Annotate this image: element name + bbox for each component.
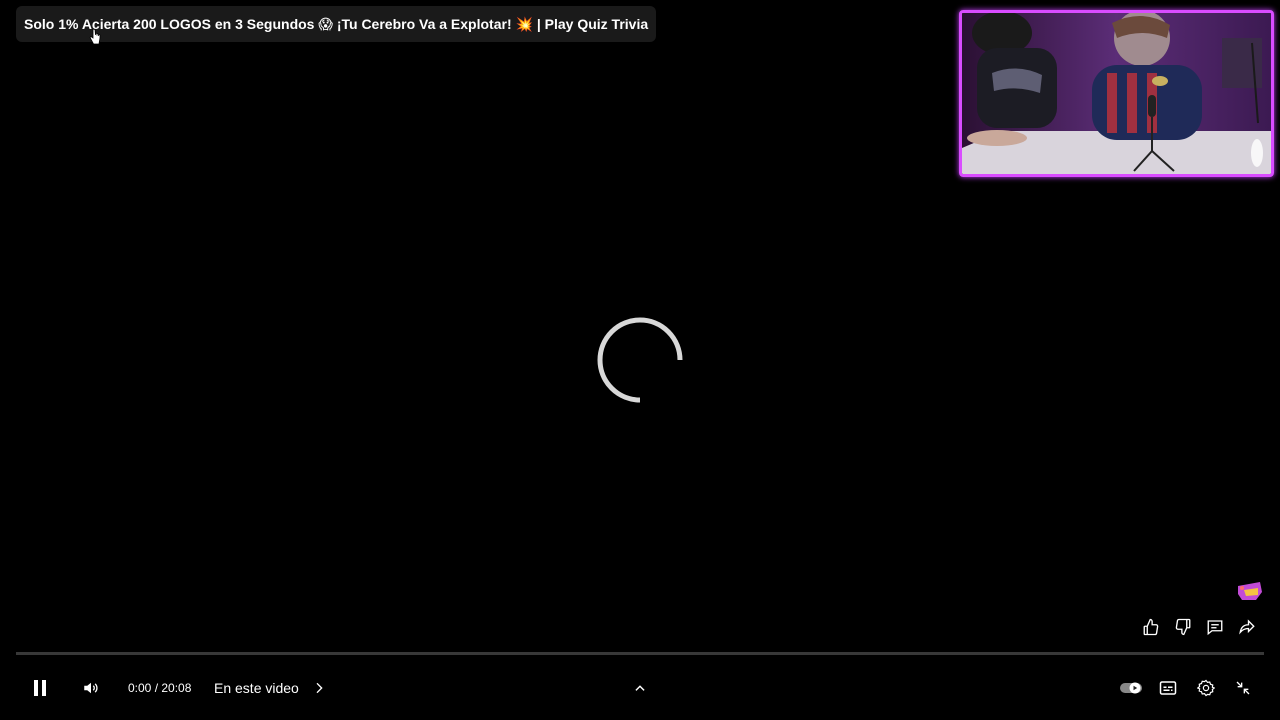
chapters-label: En este video — [214, 680, 299, 696]
settings-icon — [1197, 679, 1215, 697]
channel-watermark-icon[interactable] — [1236, 580, 1264, 602]
control-bar: 0:00 / 20:08 En este video — [0, 668, 1280, 708]
loading-spinner-icon — [597, 317, 683, 403]
chevron-up-icon — [635, 685, 645, 691]
chapters-button[interactable]: En este video — [214, 668, 327, 708]
captions-icon — [1159, 681, 1177, 695]
volume-button[interactable] — [80, 668, 102, 708]
webcam-overlay — [959, 10, 1274, 177]
video-title-text: Solo 1% Acierta 200 LOGOS en 3 Segundos … — [24, 15, 649, 32]
hand-cursor-icon — [89, 28, 101, 45]
exit-fullscreen-icon — [1236, 681, 1250, 695]
pause-icon — [34, 680, 46, 696]
chevron-right-icon — [316, 682, 323, 694]
dislike-icon[interactable] — [1172, 616, 1194, 638]
progress-bar[interactable] — [16, 652, 1264, 655]
autoplay-toggle-icon — [1120, 682, 1142, 694]
webcam-image — [962, 13, 1271, 174]
comment-icon[interactable] — [1204, 616, 1226, 638]
captions-button[interactable] — [1157, 668, 1179, 708]
autoplay-toggle[interactable] — [1119, 668, 1143, 708]
time-display: 0:00 / 20:08 — [128, 668, 191, 708]
video-title[interactable]: Solo 1% Acierta 200 LOGOS en 3 Segundos … — [16, 6, 657, 42]
like-icon[interactable] — [1140, 616, 1162, 638]
expand-button[interactable] — [630, 668, 650, 708]
share-icon[interactable] — [1236, 616, 1258, 638]
exit-fullscreen-button[interactable] — [1232, 668, 1254, 708]
side-actions — [1140, 616, 1258, 638]
pause-button[interactable] — [28, 668, 52, 708]
settings-button[interactable] — [1195, 668, 1217, 708]
volume-icon — [84, 682, 98, 694]
time-text: 0:00 / 20:08 — [128, 681, 192, 695]
video-player[interactable]: Solo 1% Acierta 200 LOGOS en 3 Segundos … — [0, 0, 1280, 720]
